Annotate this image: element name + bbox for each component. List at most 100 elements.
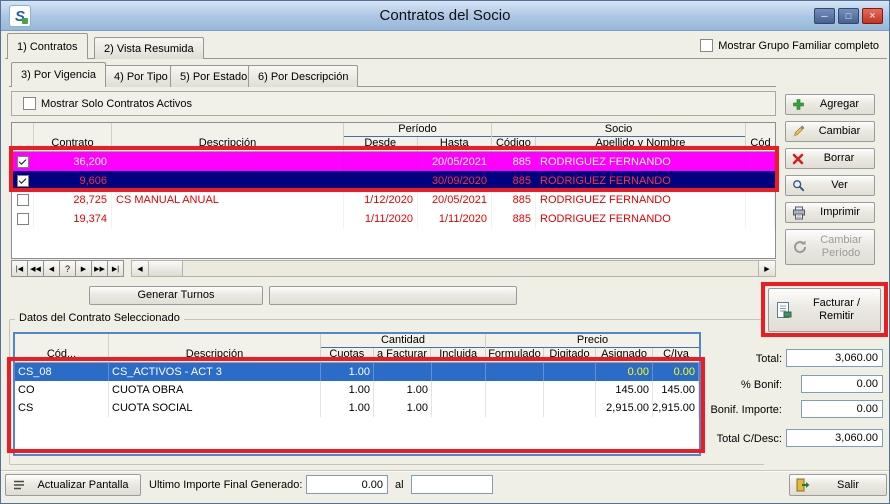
scroll-left-icon[interactable]: ◀	[132, 261, 149, 276]
detalle-row-2[interactable]: CO CUOTA OBRA 1.00 1.00 145.00 145.00	[15, 381, 699, 399]
detalle-header-cuotas[interactable]: Cuotas	[321, 348, 374, 362]
tab-contratos[interactable]: 1) Contratos	[7, 33, 88, 59]
vcr-page-down-button[interactable]: ▶▶	[91, 260, 108, 277]
bonif-field[interactable]: 0.00	[801, 375, 883, 393]
contrato-row-1[interactable]: 36,200 20/05/2021 885 RODRIGUEZ FERNANDO	[12, 152, 775, 171]
vcr-locate-button[interactable]: ?	[59, 260, 76, 277]
bonif-importe-label: Bonif. Importe:	[661, 404, 782, 416]
row-4-checkbox[interactable]	[17, 213, 29, 225]
title-bar: S Contratos del Socio ─ □ ×	[1, 1, 889, 31]
row-1-checkbox[interactable]	[17, 156, 29, 168]
tab-por-tipo[interactable]: 4) Por Tipo	[104, 65, 178, 87]
detalle-row-1[interactable]: CS_08 CS_ACTIVOS - ACT 3 1.00 0.00 0.00	[15, 363, 699, 381]
ver-label: Ver	[805, 179, 874, 192]
contrato-row-2[interactable]: 9,606 30/09/2020 885 RODRIGUEZ FERNANDO	[12, 171, 775, 190]
detalle-row-1-cuotas: 1.00	[321, 363, 374, 381]
total-desc-field[interactable]: 3,060.00	[786, 429, 883, 447]
grupo-familiar-checkbox-box[interactable]	[700, 39, 713, 52]
detalle-row-1-incluida	[432, 363, 486, 381]
detalle-row-2-asignado: 145.00	[596, 381, 653, 399]
borrar-button[interactable]: Borrar	[785, 148, 875, 169]
cambiar-periodo-label-2: Período	[822, 247, 861, 259]
window-title: Contratos del Socio	[1, 7, 889, 24]
grupo-familiar-checkbox[interactable]: Mostrar Grupo Familiar completo	[700, 39, 879, 52]
vcr-page-up-button[interactable]: ◀◀	[27, 260, 44, 277]
row-2-checkbox[interactable]	[17, 175, 29, 187]
vcr-prev-button[interactable]: ◀	[43, 260, 60, 277]
minimize-button[interactable]: ─	[814, 8, 835, 24]
header-apellido-nombre[interactable]: Apellido y Nombre	[536, 137, 745, 151]
printer-icon	[792, 206, 806, 220]
tab-por-estado[interactable]: 5) Por Estado	[170, 65, 257, 87]
generar-turnos-button[interactable]: Generar Turnos	[89, 286, 263, 305]
vcr-first-button[interactable]: |◀	[11, 260, 28, 277]
total-field[interactable]: 3,060.00	[786, 349, 883, 367]
header-codigo[interactable]: Código	[492, 137, 536, 151]
total-desc-label: Total C/Desc:	[661, 433, 782, 445]
tab-vista-resumida-label: 2) Vista Resumida	[104, 43, 194, 55]
scroll-right-icon[interactable]: ▶	[758, 261, 775, 276]
tab-por-vigencia[interactable]: 3) Por Vigencia	[11, 62, 106, 87]
header-desde[interactable]: Desde	[344, 137, 418, 151]
ultimo-importe-field[interactable]: 0.00	[306, 475, 388, 494]
detalle-header-descripcion[interactable]: Descripción	[109, 334, 321, 362]
bonif-importe-field[interactable]: 0.00	[801, 400, 883, 418]
vcr-last-button[interactable]: ▶|	[107, 260, 124, 277]
borrar-label: Borrar	[804, 152, 874, 165]
row-1-hasta: 20/05/2021	[418, 152, 492, 171]
ultimo-importe-label: Ultimo Importe Final Generado:	[149, 479, 302, 491]
detalle-header-a-facturar[interactable]: a Facturar	[374, 348, 432, 362]
vcr-next-button[interactable]: ▶	[75, 260, 92, 277]
imprimir-button[interactable]: Imprimir	[785, 202, 875, 223]
detalle-row-3-a-facturar: 1.00	[374, 399, 432, 417]
imprimir-label: Imprimir	[806, 206, 874, 219]
header-periodo-label: Período	[344, 123, 491, 137]
tab-por-vigencia-label: 3) Por Vigencia	[21, 69, 96, 81]
header-descripcion[interactable]: Descripción	[112, 123, 344, 151]
detalle-header-asignado[interactable]: Asignado	[596, 348, 653, 362]
cambiar-button[interactable]: Cambiar	[785, 121, 875, 142]
contrato-row-4[interactable]: 19,374 1/11/2020 1/11/2020 885 RODRIGUEZ…	[12, 209, 775, 228]
ver-button[interactable]: Ver	[785, 175, 875, 196]
detalle-row-3-incluida	[432, 399, 486, 417]
grupo-familiar-checkbox-label: Mostrar Grupo Familiar completo	[718, 40, 879, 52]
detalle-header-incluida[interactable]: Incluida	[431, 348, 485, 362]
row-4-desde: 1/11/2020	[344, 209, 418, 228]
contrato-row-3[interactable]: 28,725 CS MANUAL ANUAL 1/12/2020 20/05/2…	[12, 190, 775, 209]
row-3-hasta: 20/05/2021	[418, 190, 492, 209]
facturar-remitir-button[interactable]: Facturar /Remitir	[768, 288, 881, 332]
total-label: Total:	[661, 353, 782, 365]
detalle-header-cod[interactable]: Cód...	[15, 334, 109, 362]
tab-vista-resumida[interactable]: 2) Vista Resumida	[94, 37, 204, 59]
row-2-nombre: RODRIGUEZ FERNANDO	[536, 171, 746, 190]
detalle-row-3-digitado	[544, 399, 596, 417]
detalle-row-1-cod: CS_08	[15, 363, 109, 381]
cambiar-periodo-button[interactable]: CambiarPeríodo	[785, 229, 875, 265]
al-field[interactable]	[411, 475, 493, 494]
secondary-action-button[interactable]	[269, 286, 517, 305]
maximize-button[interactable]: □	[838, 8, 859, 24]
actualizar-pantalla-button[interactable]: Actualizar Pantalla	[5, 474, 141, 496]
solo-activos-checkbox[interactable]: Mostrar Solo Contratos Activos	[23, 97, 192, 110]
header-contrato[interactable]: Contrato	[34, 123, 112, 151]
detalle-header-digitado[interactable]: Digitado	[544, 348, 596, 362]
agregar-button[interactable]: Agregar	[785, 94, 875, 115]
header-hasta[interactable]: Hasta	[418, 137, 492, 151]
tab-por-descripcion[interactable]: 6) Por Descripción	[248, 65, 358, 87]
solo-activos-checkbox-box[interactable]	[23, 97, 36, 110]
scrollbar-thumb[interactable]	[149, 261, 183, 276]
maximize-icon: □	[846, 11, 851, 21]
detalle-row-3[interactable]: CS CUOTA SOCIAL 1.00 1.00 2,915.00 2,915…	[15, 399, 699, 417]
salir-label: Salir	[810, 479, 886, 492]
row-1-codigo: 885	[492, 152, 536, 171]
horizontal-scrollbar[interactable]: ◀ ▶	[131, 260, 776, 277]
detalle-row-1-formulado	[486, 363, 544, 381]
detalle-row-3-formulado	[486, 399, 544, 417]
row-3-checkbox[interactable]	[17, 194, 29, 206]
header-group-periodo: Período Desde Hasta	[344, 123, 492, 151]
plus-icon	[792, 98, 805, 111]
detalle-header-formulado[interactable]: Formulado	[486, 348, 544, 362]
close-button[interactable]: ×	[862, 8, 883, 24]
tab-por-descripcion-label: 6) Por Descripción	[258, 71, 348, 83]
salir-button[interactable]: Salir	[789, 474, 887, 496]
